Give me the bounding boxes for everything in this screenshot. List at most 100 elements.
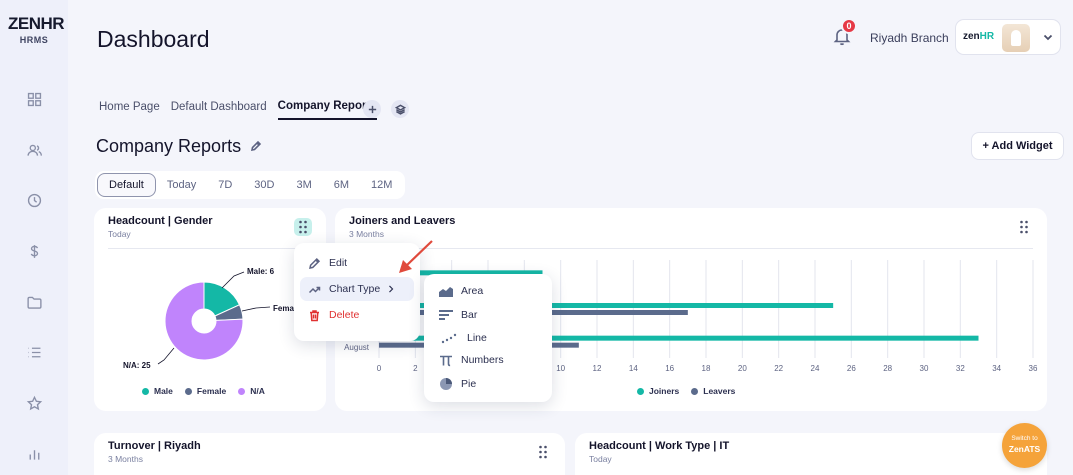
widget-title: Turnover | Riyadh [108, 440, 201, 452]
company-switcher[interactable]: zenHR [955, 19, 1061, 55]
bar-legend: Joiners Leavers [637, 386, 747, 396]
users-icon[interactable] [24, 140, 44, 160]
edit-title-icon[interactable] [250, 139, 262, 152]
pie-legend: Male Female N/A [142, 386, 277, 396]
trend-icon [308, 286, 321, 293]
legend-leavers[interactable]: Leavers [691, 386, 735, 396]
section-title: Company Reports [96, 136, 242, 156]
x-tick-label: 18 [702, 364, 711, 373]
menu-delete-label: Delete [329, 309, 360, 321]
sidebar: ZENHR HRMS [0, 0, 68, 475]
menu-delete[interactable]: Delete [300, 303, 414, 327]
pie-label-female: Fema [273, 304, 294, 313]
x-tick-label: 14 [629, 364, 638, 373]
chevron-down-icon [1042, 30, 1056, 44]
x-tick-label: 2 [413, 364, 418, 373]
legend-female[interactable]: Female [184, 386, 226, 396]
menu-chart-type[interactable]: Chart Type [300, 277, 414, 301]
pie-leader-male [221, 271, 245, 289]
line-chart-icon [441, 333, 457, 344]
switch-ats-line1: Switch to [1011, 435, 1038, 442]
notifications-button[interactable]: 0 [832, 18, 857, 50]
switch-ats-line2: ZenATS [1008, 444, 1041, 454]
filter-today[interactable]: Today [156, 173, 207, 197]
work-type-widget: Headcount | Work Type | IT Today [575, 433, 1047, 475]
legend-label: N/A [250, 386, 265, 396]
x-tick-label: 16 [665, 364, 674, 373]
chart-type-line[interactable]: Line [438, 331, 487, 345]
widget-subtitle: Today [589, 454, 612, 464]
filter-7d[interactable]: 7D [207, 173, 243, 197]
chart-type-pie[interactable]: Pie [438, 377, 476, 391]
x-tick-label: 36 [1029, 364, 1038, 373]
filter-12m[interactable]: 12M [360, 173, 403, 197]
filter-3m[interactable]: 3M [285, 173, 322, 197]
avatar [1002, 24, 1030, 52]
filter-6m[interactable]: 6M [323, 173, 360, 197]
bar-chart-icon[interactable] [24, 444, 44, 464]
pie-label-male: Male: 6 [247, 267, 275, 276]
page-title: Dashboard [97, 26, 210, 52]
time-filters: Default Today 7D 30D 3M 6M 12M [95, 171, 406, 199]
x-tick-label: 30 [920, 364, 929, 373]
x-tick-label: 32 [956, 364, 965, 373]
layers-button[interactable] [391, 100, 409, 118]
filter-default[interactable]: Default [97, 173, 156, 197]
filter-30d[interactable]: 30D [243, 173, 285, 197]
legend-male[interactable]: Male [142, 386, 173, 396]
dollar-icon[interactable] [24, 241, 44, 261]
drag-dots-icon [539, 445, 547, 459]
chart-type-label: Numbers [461, 354, 504, 366]
widget-subtitle: 3 Months [108, 454, 143, 464]
widget-menu-button[interactable] [534, 443, 552, 461]
x-tick-label: 12 [593, 364, 602, 373]
switch-ats-button[interactable]: Switch to ZenATS [1002, 423, 1047, 468]
area-chart-icon [439, 287, 453, 297]
logo-product: HRMS [19, 35, 49, 45]
pencil-icon [309, 257, 321, 269]
zenhr-logo[interactable]: ZENHR HRMS [8, 14, 65, 45]
tab-default-dashboard[interactable]: Default Dashboard [171, 101, 267, 119]
legend-joiners[interactable]: Joiners [637, 386, 679, 396]
pie-leader-na [157, 347, 175, 365]
plus-icon [368, 105, 376, 113]
grid-icon[interactable] [24, 89, 44, 109]
x-tick-label: 34 [992, 364, 1001, 373]
chart-type-label: Pie [461, 378, 477, 390]
add-tab-button[interactable] [363, 100, 381, 118]
company-logo: zenHR [963, 31, 995, 42]
menu-chart-type-label: Chart Type [329, 283, 381, 295]
legend-na[interactable]: N/A [238, 386, 265, 396]
chart-type-label: Bar [461, 309, 478, 321]
chart-type-submenu: Area Bar Line Numbers Pie [424, 274, 552, 402]
clock-icon[interactable] [24, 190, 44, 210]
folder-icon[interactable] [24, 292, 44, 312]
pie-label-na: N/A: 25 [123, 361, 151, 370]
list-icon[interactable] [24, 342, 44, 362]
chart-type-numbers[interactable]: Numbers [438, 353, 504, 367]
logo-brand: ZENHR [8, 14, 65, 33]
x-tick-label: 10 [556, 364, 565, 373]
add-widget-button[interactable]: + Add Widget [971, 132, 1064, 160]
notification-badge: 0 [841, 18, 857, 34]
bar-chart-icon [439, 310, 453, 320]
star-icon[interactable] [24, 393, 44, 413]
legend-label: Male [154, 386, 173, 396]
branch-name: Riyadh Branch [870, 31, 949, 45]
x-tick-label: 22 [774, 364, 783, 373]
chart-type-area[interactable]: Area [438, 284, 483, 298]
legend-label: Leavers [703, 386, 736, 396]
pie-chart-icon [440, 378, 452, 390]
x-tick-label: 26 [847, 364, 856, 373]
pie-leader-female [241, 306, 271, 312]
trash-icon [310, 309, 319, 321]
menu-edit-label: Edit [329, 257, 348, 269]
x-tick-label: 24 [811, 364, 820, 373]
tab-home-page[interactable]: Home Page [99, 101, 160, 119]
tab-company-reports[interactable]: Company Reports [277, 100, 377, 120]
legend-label: Joiners [649, 386, 680, 396]
chart-type-bar[interactable]: Bar [438, 308, 477, 322]
chevron-right-icon [389, 285, 394, 293]
chart-type-label: Area [461, 285, 484, 297]
x-tick-label: 20 [738, 364, 747, 373]
